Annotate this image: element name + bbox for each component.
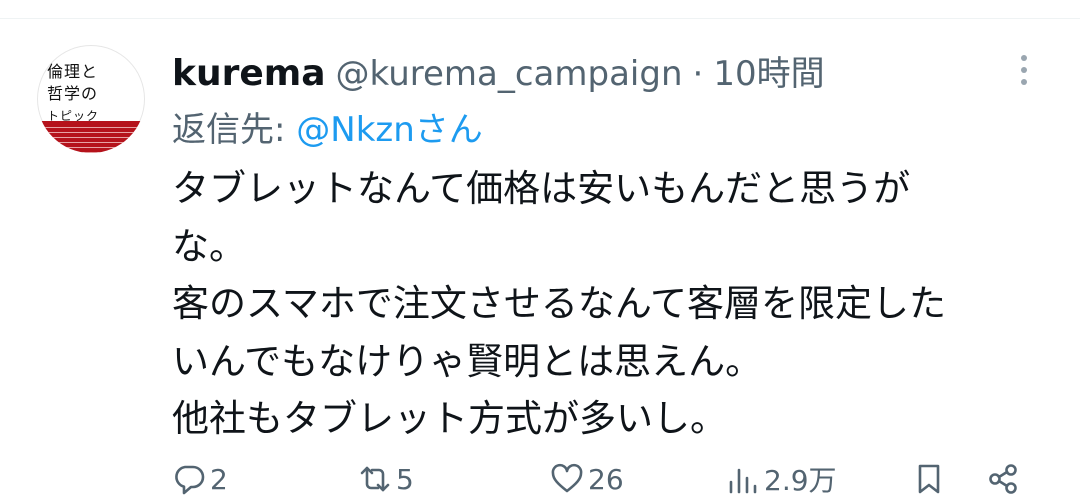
reply-count: 2 — [210, 462, 228, 496]
share-button[interactable] — [986, 455, 1020, 503]
share-icon — [989, 464, 1017, 494]
tweet-text-line: な。 — [172, 224, 246, 268]
tweet-text-line: タブレットなんて価格は安いもんだと思うが — [172, 167, 911, 210]
heart-icon — [551, 463, 583, 493]
retweet-button[interactable]: 5 — [358, 455, 414, 503]
tweet-actions: 2 5 26 2.9万 — [172, 455, 1042, 503]
bookmark-icon — [918, 464, 940, 494]
reply-icon — [175, 465, 205, 495]
views-icon — [729, 468, 757, 494]
reply-context: 返信先: @Nkznさん — [172, 102, 483, 151]
tweet-timestamp[interactable]: 10時間 — [713, 46, 824, 95]
bookmark-button[interactable] — [912, 455, 946, 503]
avatar[interactable]: 倫理と 哲学の トピック — [37, 45, 145, 153]
author-name[interactable]: kurema — [172, 53, 326, 94]
separator-dot: · — [692, 54, 704, 94]
like-count: 26 — [588, 462, 624, 496]
reply-button[interactable]: 2 — [172, 455, 228, 503]
tweet-text-line: 他社もタブレット方式が多いし。 — [172, 397, 727, 440]
avatar-book-title: 倫理と 哲学の トピック — [47, 61, 99, 127]
tweet-text-line: 客のスマホで注文させるなんて客層を限定した — [172, 282, 947, 325]
avatar-title-line: 倫理と — [47, 62, 99, 81]
top-divider — [0, 18, 1080, 19]
retweet-count: 5 — [396, 462, 414, 496]
reply-prefix: 返信先: — [172, 110, 286, 150]
avatar-title-line: 哲学の — [47, 84, 99, 103]
retweet-icon — [360, 466, 390, 492]
tweet-header: kurema @kurema_campaign · 10時間 — [172, 46, 825, 95]
like-button[interactable]: 26 — [550, 455, 624, 503]
more-options-icon[interactable] — [1014, 52, 1034, 88]
views-count: 2.9万 — [764, 464, 837, 497]
author-handle[interactable]: @kurema_campaign — [336, 54, 683, 94]
tweet-text: タブレットなんて価格は安いもんだと思うが な。 客のスマホで注文させるなんて客層… — [172, 160, 1052, 448]
views-button[interactable]: 2.9万 — [726, 455, 837, 503]
avatar-book-band — [37, 121, 145, 153]
reply-mention[interactable]: @Nkznさん — [296, 110, 483, 150]
tweet-text-line: いんでもなけりゃ賢明とは思えん。 — [172, 339, 763, 383]
